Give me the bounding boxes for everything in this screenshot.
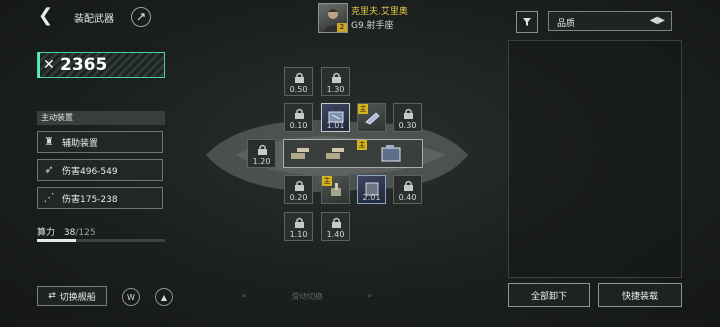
heavy-turret-icon bbox=[381, 145, 401, 162]
slot-locked[interactable]: 0.40 bbox=[393, 175, 422, 204]
slide-left-icon: « bbox=[242, 291, 247, 300]
sort-label: 品质 bbox=[557, 19, 576, 29]
combat-power-box: ✕ 2365 bbox=[37, 52, 165, 78]
equipment-item-label: 伤害175-238 bbox=[62, 194, 118, 205]
compute-readout: 算力 38/125 bbox=[37, 225, 96, 238]
slot-value: 1.01 bbox=[326, 121, 345, 130]
main-badge: 主 bbox=[357, 140, 367, 150]
wing-emblem-icon[interactable]: W bbox=[122, 288, 140, 306]
back-arrow-icon[interactable]: ❮ bbox=[38, 7, 56, 25]
cannon-icon bbox=[326, 148, 344, 159]
lock-icon bbox=[404, 108, 413, 119]
quick-equip-button[interactable]: 快捷装载 bbox=[598, 283, 682, 307]
slot-locked[interactable]: 0.20 bbox=[284, 175, 313, 204]
slide-switch-label: 滑动切换 bbox=[291, 292, 323, 301]
lock-icon bbox=[404, 180, 413, 191]
compute-used: 38 bbox=[63, 228, 76, 238]
slot-locked[interactable]: 1.20 bbox=[247, 139, 276, 168]
crossed-swords-icon: ✕ bbox=[43, 57, 55, 73]
slot-value: 1.30 bbox=[326, 85, 345, 94]
compute-bar-fill bbox=[37, 239, 76, 242]
slot-equipped-main[interactable]: 主 bbox=[357, 103, 386, 132]
active-device-label: 主动装置 bbox=[37, 111, 165, 125]
slot-equipped-main[interactable]: 主 bbox=[321, 175, 350, 204]
switch-ship-label: 切换舰船 bbox=[59, 292, 96, 303]
slot-value: 0.30 bbox=[398, 121, 417, 130]
lock-icon bbox=[332, 217, 341, 228]
sort-dropdown[interactable]: 品质 ◀▶ bbox=[548, 11, 672, 31]
launcher-icon bbox=[365, 112, 380, 125]
pilot-rank: G9.射手座 bbox=[351, 21, 394, 31]
lock-icon bbox=[295, 217, 304, 228]
swap-icon: ⇄ bbox=[48, 291, 56, 301]
pilot-name: 克里夫.艾里奥 bbox=[351, 7, 408, 17]
equipment-item-label: 辅助装置 bbox=[62, 138, 99, 149]
slot-value: 0.40 bbox=[398, 193, 417, 202]
slide-switch-hint: « 滑动切换 » bbox=[242, 291, 372, 302]
pilot-avatar[interactable]: 2 bbox=[318, 3, 348, 33]
lock-icon bbox=[332, 72, 341, 83]
compute-label: 算力 bbox=[37, 228, 56, 238]
slot-equipped[interactable]: 2.01 bbox=[357, 175, 386, 204]
slot-value: 1.10 bbox=[289, 230, 308, 239]
combat-power-value: 2365 bbox=[60, 55, 108, 75]
slot-locked[interactable]: 0.10 bbox=[284, 103, 313, 132]
artillery-icon bbox=[331, 183, 341, 196]
slot-equipped[interactable]: 1.01 bbox=[321, 103, 350, 132]
cannon-icon bbox=[291, 148, 309, 159]
slot-locked[interactable]: 1.30 bbox=[321, 67, 350, 96]
slot-value: 2.01 bbox=[362, 193, 381, 202]
slot-locked[interactable]: 0.30 bbox=[393, 103, 422, 132]
lock-icon bbox=[295, 72, 304, 83]
filter-button[interactable] bbox=[516, 11, 538, 33]
pilot-level-badge: 2 bbox=[337, 23, 347, 32]
slot-locked[interactable]: 1.40 bbox=[321, 212, 350, 241]
page-title: 装配武器 bbox=[74, 14, 114, 25]
slot-value: 0.50 bbox=[289, 85, 308, 94]
scatter-icon: ⋰ bbox=[43, 191, 55, 204]
slot-locked[interactable]: 1.10 bbox=[284, 212, 313, 241]
lock-icon bbox=[295, 180, 304, 191]
power-accent-bar bbox=[38, 52, 40, 78]
equipment-item-label: 伤害496-549 bbox=[62, 166, 118, 177]
unload-all-button[interactable]: 全部卸下 bbox=[508, 283, 590, 307]
primary-weapon-row[interactable]: 主 bbox=[283, 139, 423, 168]
slot-value: 1.40 bbox=[326, 230, 345, 239]
filter-icon bbox=[523, 18, 531, 26]
slot-value: 0.20 bbox=[289, 193, 308, 202]
slot-locked[interactable]: 0.50 bbox=[284, 67, 313, 96]
sort-order-icon: ◀▶ bbox=[649, 15, 665, 26]
rocket-icon[interactable] bbox=[131, 7, 151, 27]
switch-ship-button[interactable]: ⇄ 切换舰船 bbox=[37, 286, 107, 306]
missile-icon: ➶ bbox=[44, 163, 54, 176]
lock-icon bbox=[295, 108, 304, 119]
equipment-item-support[interactable]: ♜ 辅助装置 bbox=[37, 131, 163, 153]
slide-right-icon: » bbox=[367, 291, 372, 300]
turret-icon: ♜ bbox=[44, 135, 54, 148]
lock-icon bbox=[258, 144, 267, 155]
triangle-emblem-icon[interactable]: ▲ bbox=[155, 288, 173, 306]
equipment-item-missile[interactable]: ➶ 伤害496-549 bbox=[37, 159, 163, 181]
slot-value: 1.20 bbox=[252, 157, 271, 166]
equipment-item-scatter[interactable]: ⋰ 伤害175-238 bbox=[37, 187, 163, 209]
compute-total: /125 bbox=[75, 228, 96, 238]
slot-value: 0.10 bbox=[289, 121, 308, 130]
item-list-panel[interactable] bbox=[508, 40, 682, 278]
